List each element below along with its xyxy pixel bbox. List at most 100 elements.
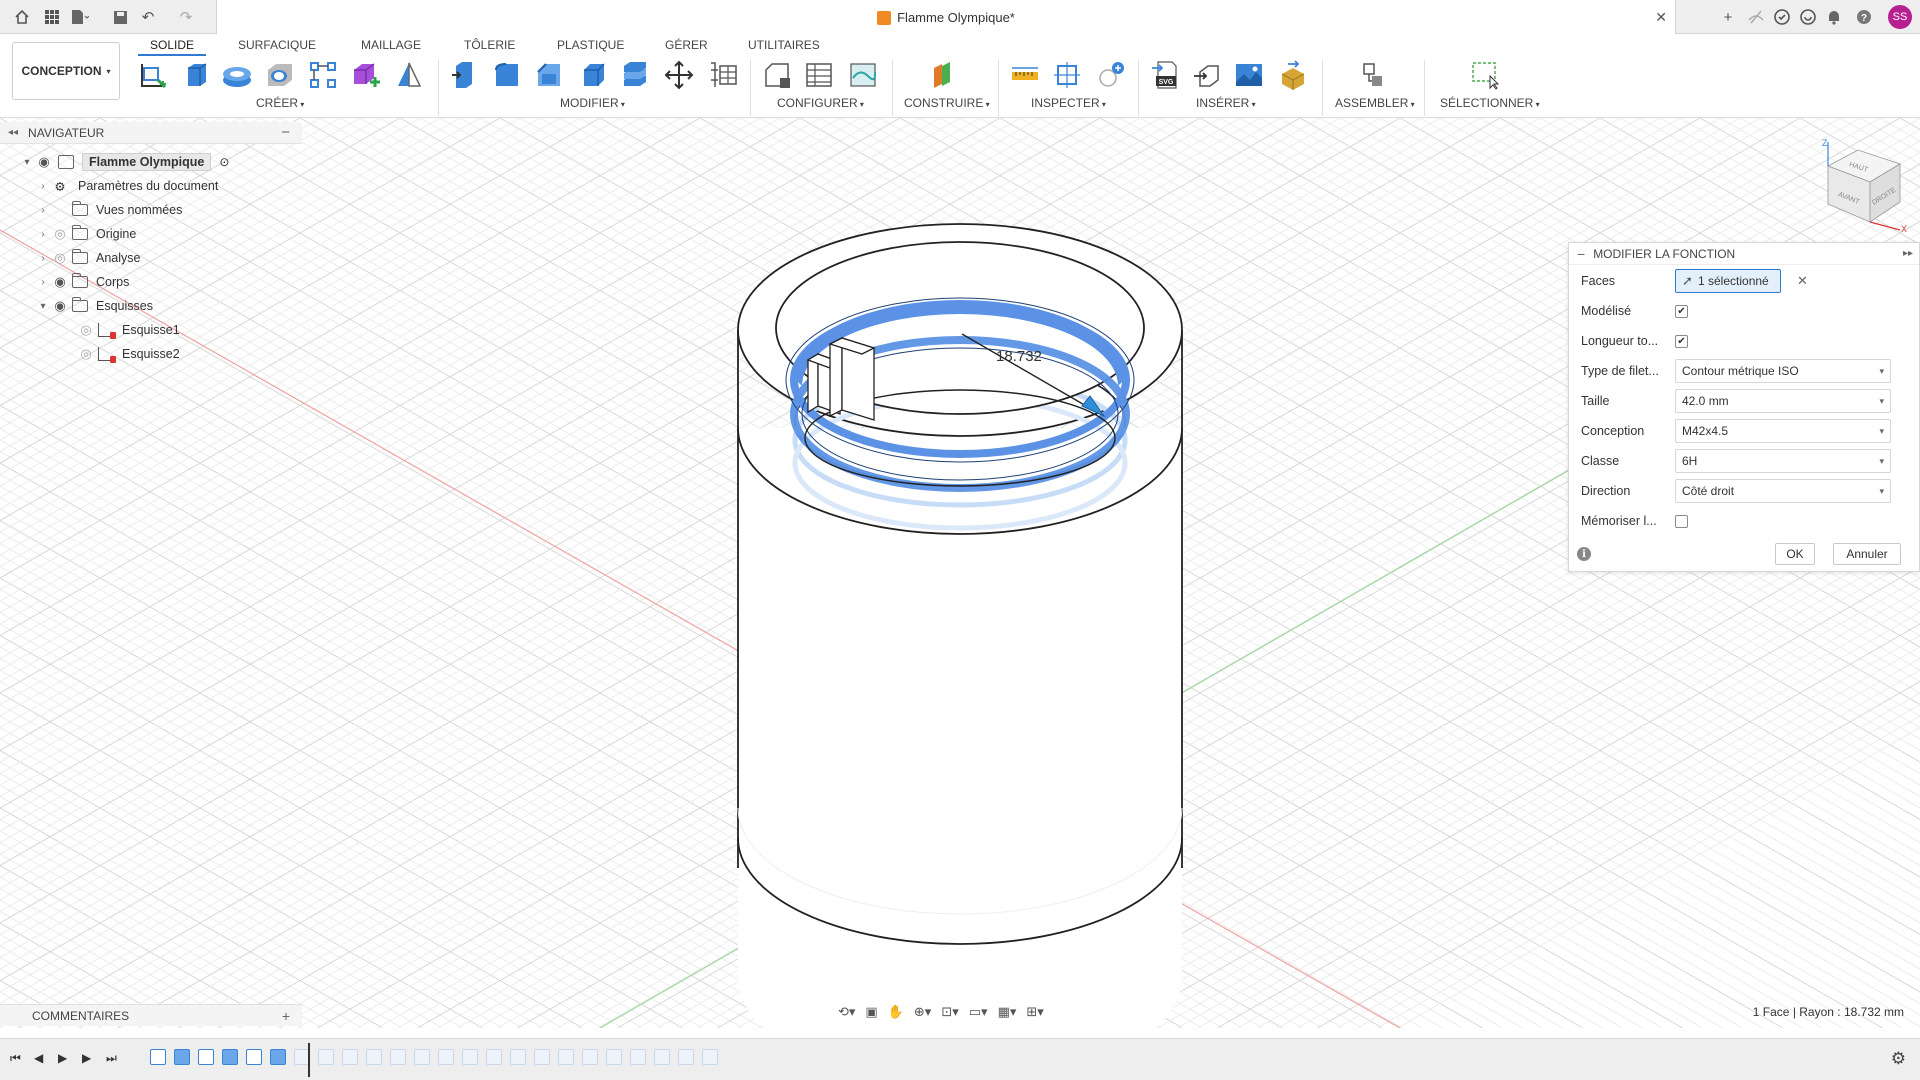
revolve-icon[interactable] <box>220 58 254 92</box>
create-sketch-icon[interactable] <box>136 58 170 92</box>
user-avatar[interactable]: SS <box>1888 5 1912 29</box>
conception-select[interactable]: M42x4.5 <box>1675 419 1891 443</box>
viewcube[interactable]: HAUT AVANT DROITE Z X <box>1808 136 1908 236</box>
timeline-feature-icon[interactable] <box>606 1049 622 1065</box>
go-to-start-icon[interactable]: ⏮ <box>10 1051 21 1066</box>
timeline-feature-icon[interactable] <box>510 1049 526 1065</box>
timeline-feature-icon[interactable] <box>438 1049 454 1065</box>
direction-select[interactable]: Côté droit <box>1675 479 1891 503</box>
expand-dialog-icon[interactable]: ▸▸ <box>1903 248 1913 259</box>
cancel-button[interactable]: Annuler <box>1833 543 1901 565</box>
press-pull-icon[interactable] <box>448 58 482 92</box>
timeline-feature-icon[interactable] <box>150 1049 166 1065</box>
measure-icon[interactable] <box>1008 58 1042 92</box>
nav-item-corps[interactable]: › ◉ Corps <box>36 271 129 293</box>
eye-hidden-icon[interactable]: ◎ <box>50 250 70 266</box>
insert-mcmaster-icon[interactable] <box>1276 58 1310 92</box>
chevron-right-icon[interactable]: › <box>36 277 50 288</box>
insert-canvas-icon[interactable] <box>1232 58 1266 92</box>
mirror-icon[interactable] <box>392 58 426 92</box>
configuration-theme-icon[interactable] <box>846 58 880 92</box>
activate-target-icon[interactable]: ⊙ <box>219 155 229 169</box>
configure-icon[interactable] <box>760 58 794 92</box>
parameters-icon[interactable] <box>706 58 740 92</box>
timeline-feature-icon[interactable] <box>486 1049 502 1065</box>
group-selectionner[interactable]: SÉLECTIONNER <box>1440 96 1540 110</box>
nav-item-esquisses[interactable]: ▾ ◉ Esquisses <box>36 295 153 317</box>
nav-item-vues[interactable]: › Vues nommées <box>36 199 182 221</box>
classe-select[interactable]: 6H <box>1675 449 1891 473</box>
chevron-down-icon[interactable]: ▾ <box>36 301 50 312</box>
new-tab-icon[interactable]: + <box>1718 7 1738 27</box>
modelise-checkbox[interactable]: ✔ <box>1675 304 1688 318</box>
tab-utilitaires[interactable]: UTILITAIRES <box>748 34 820 56</box>
pattern-icon[interactable] <box>306 58 340 92</box>
timeline-feature-icon[interactable] <box>198 1049 214 1065</box>
offline-icon[interactable] <box>1746 7 1766 27</box>
comments-panel[interactable]: COMMENTAIRES + <box>0 1004 302 1026</box>
home-icon[interactable] <box>12 7 32 27</box>
longueur-checkbox[interactable]: ✔ <box>1675 334 1688 348</box>
fit-icon[interactable]: ⊡▾ <box>941 1004 958 1020</box>
redo-icon[interactable]: ↷ <box>176 7 196 27</box>
eye-hidden-icon[interactable]: ◎ <box>50 226 70 242</box>
close-tab-icon[interactable]: ✕ <box>1655 9 1667 26</box>
zoom-icon[interactable]: ⊕▾ <box>914 1004 931 1020</box>
chevron-right-icon[interactable]: › <box>36 181 50 192</box>
nav-item-parametres[interactable]: › ⚙ Paramètres du document <box>36 175 218 197</box>
grid-settings-icon[interactable]: ▦▾ <box>998 1004 1017 1020</box>
insert-mesh-icon[interactable] <box>1190 58 1224 92</box>
extensions-icon[interactable] <box>1798 7 1818 27</box>
save-icon[interactable] <box>110 7 130 27</box>
timeline-feature-icon[interactable] <box>366 1049 382 1065</box>
orbit-icon[interactable]: ⟲▾ <box>838 1004 855 1020</box>
dimension-label[interactable]: 18.732 <box>996 348 1042 365</box>
chevron-right-icon[interactable]: › <box>36 253 50 264</box>
create-form-icon[interactable] <box>348 58 382 92</box>
tab-tolerie[interactable]: TÔLERIE <box>464 34 515 56</box>
group-assembler[interactable]: ASSEMBLER <box>1335 96 1415 110</box>
collapse-panel-icon[interactable]: ◂◂ <box>8 127 18 138</box>
chamfer-icon[interactable] <box>532 58 566 92</box>
notifications-icon[interactable] <box>1824 7 1844 27</box>
go-to-end-icon[interactable]: ⏭ <box>106 1051 117 1066</box>
nav-item-esquisse1[interactable]: ◎ Esquisse1 <box>76 319 180 341</box>
workspace-dropdown[interactable]: CONCEPTION ▾ <box>12 42 120 100</box>
add-comment-icon[interactable]: + <box>282 1008 290 1024</box>
viewports-icon[interactable]: ⊞▾ <box>1026 1004 1043 1020</box>
timeline-feature-icon[interactable] <box>558 1049 574 1065</box>
section-analysis-icon[interactable] <box>1050 58 1084 92</box>
tab-solide[interactable]: SOLIDE <box>150 34 194 56</box>
timeline-feature-icon[interactable] <box>342 1049 358 1065</box>
type-select[interactable]: Contour métrique ISO <box>1675 359 1891 383</box>
configuration-table-icon[interactable] <box>802 58 836 92</box>
eye-icon[interactable]: ◉ <box>34 154 54 170</box>
chevron-right-icon[interactable]: › <box>36 229 50 240</box>
step-back-icon[interactable]: ◀ <box>34 1051 43 1065</box>
timeline-feature-icon[interactable] <box>534 1049 550 1065</box>
timeline-feature-icon[interactable] <box>654 1049 670 1065</box>
faces-selection-button[interactable]: ➚ 1 sélectionné <box>1675 269 1781 293</box>
group-configurer[interactable]: CONFIGURER <box>777 96 864 110</box>
job-status-icon[interactable] <box>1772 7 1792 27</box>
nav-item-esquisse2[interactable]: ◎ Esquisse2 <box>76 343 180 365</box>
step-forward-icon[interactable]: ▶ <box>82 1051 91 1065</box>
nav-item-origine[interactable]: › ◎ Origine <box>36 223 136 245</box>
chevron-right-icon[interactable]: › <box>36 205 50 216</box>
pan-icon[interactable]: ✋ <box>888 1004 904 1020</box>
ok-button[interactable]: OK <box>1775 543 1815 565</box>
insert-svg-icon[interactable]: SVG <box>1148 58 1182 92</box>
group-inspecter[interactable]: INSPECTER <box>1031 96 1106 110</box>
grid-menu-icon[interactable] <box>42 7 62 27</box>
group-construire[interactable]: CONSTRUIRE <box>904 96 990 110</box>
timeline-feature-icon[interactable] <box>246 1049 262 1065</box>
taille-select[interactable]: 42.0 mm <box>1675 389 1891 413</box>
eye-hidden-icon[interactable]: ◎ <box>76 322 96 338</box>
timeline-feature-icon[interactable] <box>390 1049 406 1065</box>
timeline-marker[interactable] <box>308 1043 310 1077</box>
shell-icon[interactable] <box>576 58 610 92</box>
help-icon[interactable]: ? <box>1854 7 1874 27</box>
extrude-icon[interactable] <box>178 58 212 92</box>
file-menu-icon[interactable] <box>70 7 90 27</box>
group-creer[interactable]: CRÉER <box>256 96 304 110</box>
